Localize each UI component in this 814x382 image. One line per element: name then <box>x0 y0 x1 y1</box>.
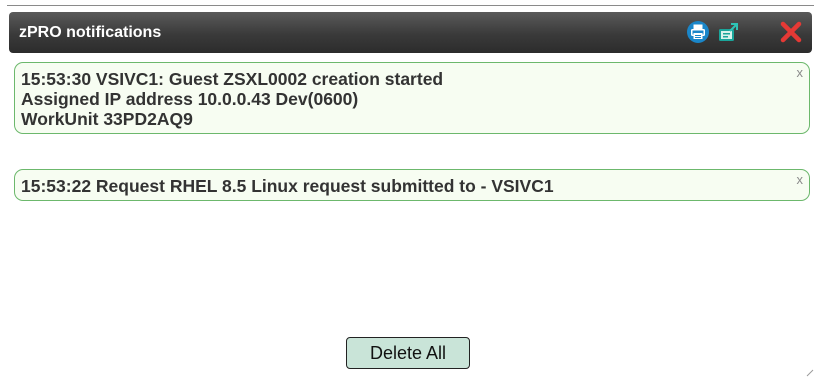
export-icon[interactable] <box>717 20 741 44</box>
notification-text: 15:53:30 VSIVC1: Guest ZSXL0002 creation… <box>21 69 444 89</box>
close-icon[interactable] <box>779 20 803 44</box>
dismiss-notification-button[interactable]: x <box>797 66 804 80</box>
notification-text: Assigned IP address 10.0.0.43 Dev(0600) <box>21 89 359 109</box>
resize-grip[interactable] <box>806 364 814 377</box>
notifications-panel: zPRO notifications 15:53:30 VSIVC1: Gues… <box>0 0 814 377</box>
title-bar[interactable]: zPRO notifications <box>9 12 812 53</box>
dismiss-notification-button[interactable]: x <box>797 173 804 187</box>
top-divider <box>7 5 814 6</box>
notification-item: 15:53:30 VSIVC1: Guest ZSXL0002 creation… <box>14 62 810 134</box>
window-title: zPRO notifications <box>19 24 162 41</box>
notification-text: 15:53:22 Request RHEL 8.5 Linux request … <box>21 176 554 196</box>
notification-item: 15:53:22 Request RHEL 8.5 Linux request … <box>14 169 810 201</box>
printer-icon[interactable] <box>686 20 710 44</box>
notification-text: WorkUnit 33PD2AQ9 <box>21 109 193 129</box>
delete-all-button[interactable]: Delete All <box>346 337 470 369</box>
